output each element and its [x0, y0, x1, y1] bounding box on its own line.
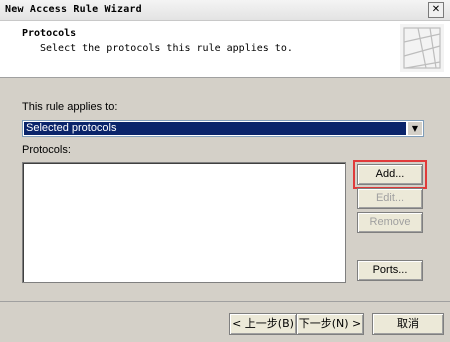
wizard-body: This rule applies to: Selected protocols…	[0, 78, 450, 301]
edit-button[interactable]: Edit...	[357, 188, 423, 209]
chevron-down-icon[interactable]: ▼	[407, 122, 422, 135]
back-button[interactable]: < 上一步(B)	[229, 313, 297, 335]
page-subtitle: Select the protocols this rule applies t…	[40, 43, 293, 54]
title-bar: New Access Rule Wizard ✕	[0, 0, 450, 21]
wizard-footer: < 上一步(B) 下一步(N) > 取消	[0, 301, 450, 342]
wizard-header: Protocols Select the protocols this rule…	[0, 21, 450, 78]
applies-to-dropdown[interactable]: Selected protocols ▼	[22, 120, 424, 137]
add-button[interactable]: Add...	[353, 160, 427, 189]
wizard-graphic-icon	[400, 24, 444, 72]
close-button[interactable]: ✕	[428, 2, 444, 18]
window-title: New Access Rule Wizard	[5, 4, 142, 15]
next-button[interactable]: 下一步(N) >	[296, 313, 364, 335]
applies-to-selected-value: Selected protocols	[24, 122, 406, 135]
remove-button[interactable]: Remove	[357, 212, 423, 233]
ports-button[interactable]: Ports...	[357, 260, 423, 281]
applies-to-label: This rule applies to:	[22, 101, 118, 113]
page-title: Protocols	[22, 28, 77, 39]
protocols-label: Protocols:	[22, 144, 71, 156]
protocols-list[interactable]	[22, 162, 346, 283]
close-icon: ✕	[431, 4, 441, 15]
cancel-button[interactable]: 取消	[372, 313, 444, 335]
